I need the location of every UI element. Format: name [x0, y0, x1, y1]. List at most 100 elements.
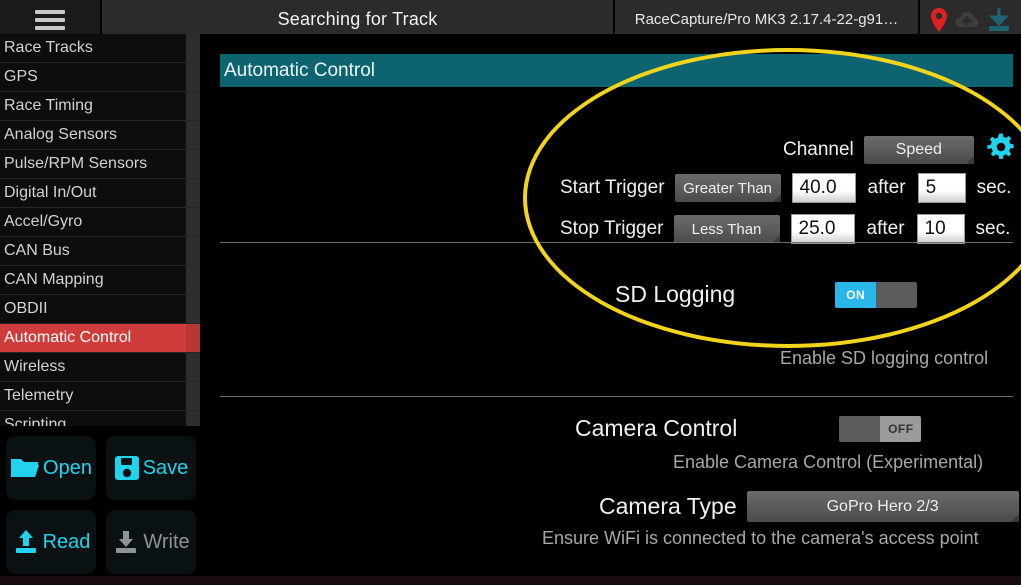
sd-logging-toggle-state: ON [835, 281, 877, 308]
sidebar-item-obdii[interactable]: OBDII [0, 295, 200, 324]
stop-trigger-threshold-input[interactable]: 25.0 [790, 214, 855, 244]
camera-type-label: Camera Type [599, 493, 737, 519]
read-button-label: Read [42, 530, 91, 553]
channel-select[interactable]: Speed [863, 135, 974, 164]
divider-camera [220, 396, 1013, 397]
open-button-label: Open [43, 456, 92, 479]
stop-trigger-unit-label: sec. [975, 218, 1011, 239]
sidebar-item-can-bus[interactable]: CAN Bus [0, 237, 200, 266]
folder-open-icon [10, 455, 40, 481]
camera-control-row: Camera Control OFF [575, 415, 922, 442]
sidebar-scroll-track [186, 121, 200, 149]
stop-trigger-label: Stop Trigger [560, 218, 664, 239]
bottom-status-strip [0, 576, 1021, 585]
sidebar-item-label: OBDII [4, 300, 48, 317]
upload-arrow-icon [12, 528, 40, 556]
sidebar-item-label: Accel/Gyro [4, 213, 83, 230]
sidebar-scroll-track [186, 150, 200, 178]
sidebar-scroll-track [186, 382, 200, 410]
sidebar-scroll-track [186, 179, 200, 207]
sidebar-scroll-track [186, 324, 200, 352]
sidebar-item-label: Race Timing [4, 97, 93, 114]
floppy-disk-icon [114, 455, 140, 481]
sidebar-item-gps[interactable]: GPS [0, 63, 200, 92]
start-trigger-unit-label: sec. [976, 177, 1012, 198]
sd-logging-label: SD Logging [615, 281, 736, 307]
camera-control-label: Camera Control [575, 415, 738, 441]
app-root: Searching for Track RaceCapture/Pro MK3 … [0, 0, 1021, 585]
download-icon[interactable] [985, 6, 1013, 34]
sidebar-item-automatic-control[interactable]: Automatic Control [0, 324, 200, 353]
sidebar-item-label: Scripting [4, 416, 67, 426]
gear-icon[interactable] [986, 132, 1016, 167]
sidebar-scroll-track [186, 353, 200, 381]
start-trigger-row: Start Trigger Greater Than 40.0 after 5 … [560, 173, 1011, 203]
sidebar-scroll-track [186, 63, 200, 91]
read-button[interactable]: Read [6, 510, 96, 574]
camera-control-toggle-state: OFF [880, 415, 922, 442]
sidebar-item-label: Race Tracks [4, 39, 93, 56]
sidebar-item-accel-gyro[interactable]: Accel/Gyro [0, 208, 200, 237]
track-status-label: Searching for Track [277, 9, 438, 29]
sidebar-item-label: CAN Bus [4, 242, 70, 259]
sd-logging-hint: Enable SD logging control [780, 348, 989, 368]
save-button-label: Save [142, 456, 189, 479]
sd-logging-toggle[interactable]: ON [835, 281, 918, 308]
sidebar-item-can-mapping[interactable]: CAN Mapping [0, 266, 200, 295]
camera-control-toggle[interactable]: OFF [839, 415, 922, 442]
sd-logging-row: SD Logging ON [615, 281, 918, 308]
open-button[interactable]: Open [6, 436, 96, 500]
channel-row: Channel Speed [783, 132, 1016, 167]
start-trigger-after-label: after [867, 177, 906, 198]
sidebar-item-pulse-rpm-sensors[interactable]: Pulse/RPM Sensors [0, 150, 200, 179]
sidebar-item-analog-sensors[interactable]: Analog Sensors [0, 121, 200, 150]
start-trigger-delay-input[interactable]: 5 [917, 173, 966, 203]
save-button[interactable]: Save [106, 436, 196, 500]
write-button-label: Write [143, 530, 190, 553]
divider-triggers [220, 242, 1013, 243]
sidebar-item-label: CAN Mapping [4, 271, 104, 288]
sidebar-item-label: GPS [4, 68, 38, 85]
sidebar-item-label: Analog Sensors [4, 126, 117, 143]
sidebar-scroll-track [186, 266, 200, 294]
cloud-upload-icon[interactable] [953, 8, 981, 32]
write-button[interactable]: Write [106, 510, 196, 574]
download-arrow-icon [112, 528, 140, 556]
sidebar-item-label: Wireless [4, 358, 66, 375]
location-pin-icon[interactable] [928, 7, 950, 33]
camera-type-select[interactable]: GoPro Hero 2/3 [746, 491, 1019, 522]
sidebar-item-race-timing[interactable]: Race Timing [0, 92, 200, 121]
sidebar-scroll-track [186, 34, 200, 62]
sidebar-item-label: Telemetry [4, 387, 74, 404]
sidebar-action-buttons: Open Save Read Write [6, 436, 196, 574]
camera-control-toggle-knob [839, 415, 881, 442]
sidebar-scroll-track [186, 92, 200, 120]
camera-type-hint: Ensure WiFi is connected to the camera's… [542, 528, 979, 548]
hamburger-icon [35, 6, 65, 34]
sidebar-scroll-track [186, 295, 200, 323]
camera-control-hint: Enable Camera Control (Experimental) [673, 452, 984, 472]
sd-logging-toggle-knob [876, 281, 918, 308]
start-trigger-label: Start Trigger [560, 177, 665, 198]
stop-trigger-condition-select[interactable]: Less Than [673, 215, 780, 243]
device-info-label: RaceCapture/Pro MK3 2.17.4-22-g91… [634, 11, 899, 28]
stop-trigger-delay-input[interactable]: 10 [916, 214, 965, 244]
camera-type-row: Camera Type GoPro Hero 2/3 [599, 491, 1019, 522]
bottom-status-clipped-text [30, 576, 34, 585]
sidebar-item-label: Pulse/RPM Sensors [4, 155, 148, 172]
stop-trigger-after-label: after [866, 218, 905, 239]
channel-label: Channel [783, 138, 854, 160]
sidebar-item-scripting[interactable]: Scripting [0, 411, 200, 426]
sidebar-item-digital-in-out[interactable]: Digital In/Out [0, 179, 200, 208]
sidebar-item-telemetry[interactable]: Telemetry [0, 382, 200, 411]
page-title: Automatic Control [224, 59, 376, 81]
start-trigger-condition-select[interactable]: Greater Than [674, 174, 781, 202]
sidebar-nav[interactable]: Race Tracks GPS Race Timing Analog Senso… [0, 34, 200, 426]
sidebar-item-race-tracks[interactable]: Race Tracks [0, 34, 200, 63]
sidebar-item-label: Automatic Control [4, 329, 132, 346]
sidebar-item-wireless[interactable]: Wireless [0, 353, 200, 382]
start-trigger-threshold-input[interactable]: 40.0 [791, 173, 856, 203]
panel-title-bar: Automatic Control [220, 54, 1013, 87]
sidebar-item-label: Digital In/Out [4, 184, 97, 201]
sidebar-scroll-track [186, 237, 200, 265]
